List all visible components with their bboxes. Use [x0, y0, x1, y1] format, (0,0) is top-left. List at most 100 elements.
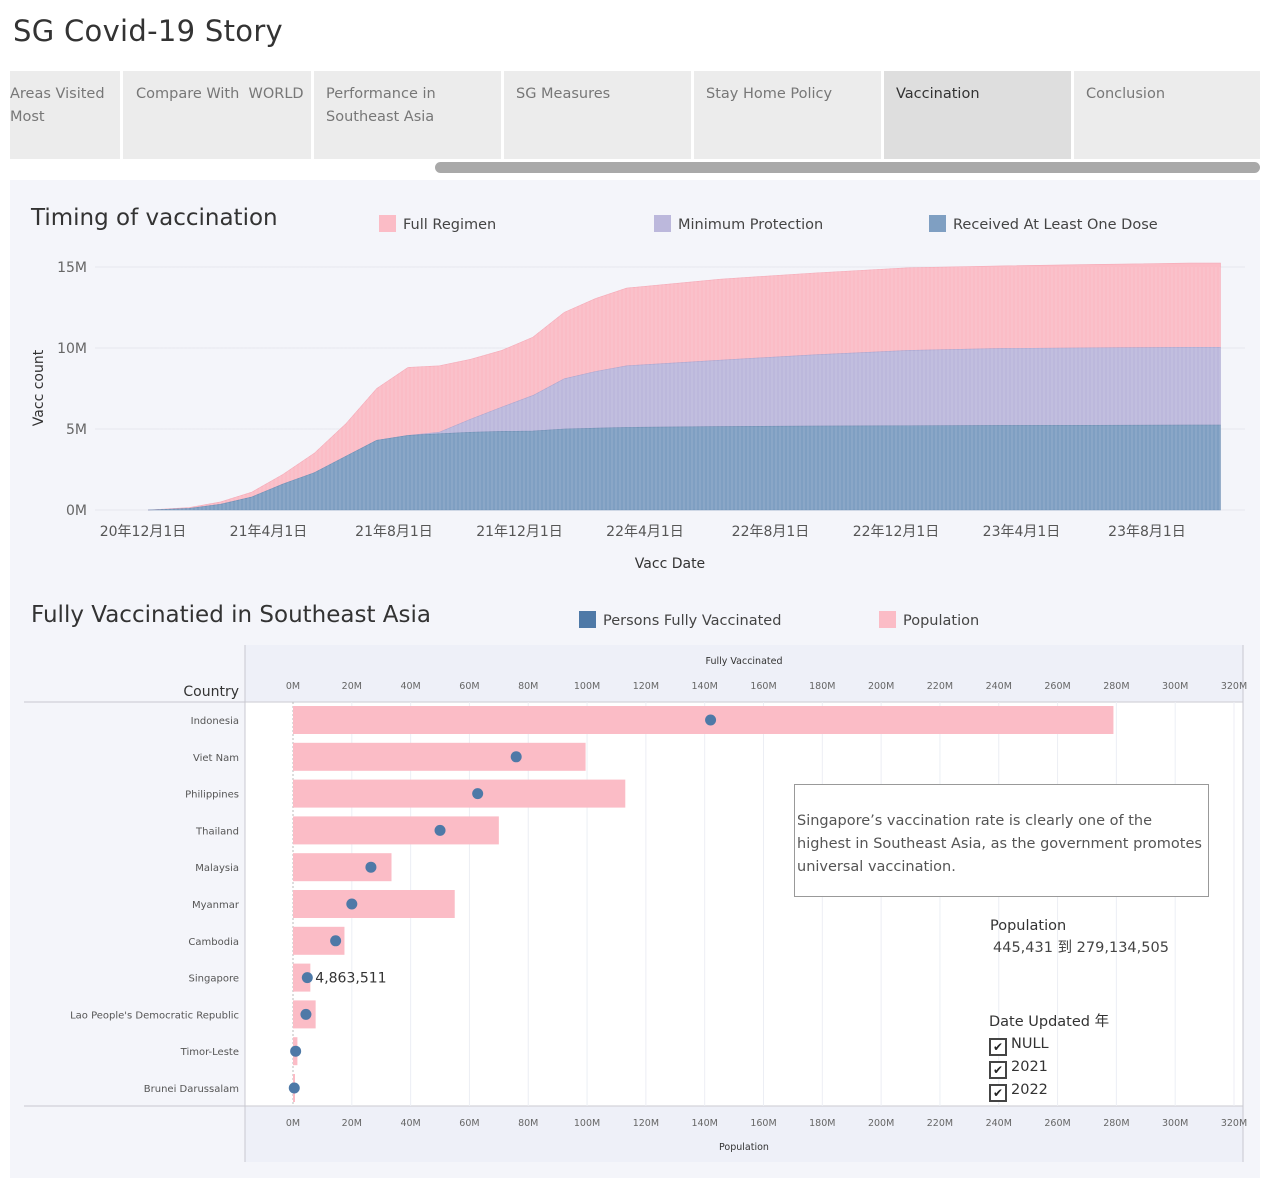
- y-tick-label: 5M: [66, 422, 87, 438]
- x-tick-label-top: 140M: [692, 681, 718, 692]
- option-label: 2022: [1011, 1082, 1048, 1098]
- x-tick-label-top: 160M: [750, 681, 776, 692]
- x-tick-label: 23年4月1日: [983, 524, 1061, 540]
- tabs-scrollbar[interactable]: [435, 162, 1260, 173]
- x-tick-label-bottom: 240M: [986, 1118, 1012, 1129]
- x-tick-label-top: 20M: [342, 681, 362, 692]
- checkbox-checked-icon[interactable]: ✔: [989, 1038, 1007, 1056]
- category-label: Lao People's Democratic Republic: [70, 1010, 239, 1021]
- tab-vaccination[interactable]: Vaccination: [884, 71, 1071, 159]
- date-filter-label: Date Updated 年: [989, 1014, 1110, 1030]
- vaccinated-dot: [365, 861, 377, 873]
- tab-stay-home[interactable]: Stay Home Policy: [694, 71, 881, 159]
- tab-label: Areas Visited Most: [10, 86, 105, 125]
- x-tick-label-bottom: 40M: [400, 1118, 420, 1129]
- x-tick-label: 22年12月1日: [853, 524, 940, 540]
- x-tick-label-top: 280M: [1103, 681, 1129, 692]
- population-bar: [293, 742, 586, 771]
- legend-label: Persons Fully Vaccinated: [603, 613, 782, 629]
- tab-performance-sea[interactable]: Performance in Southeast Asia: [314, 71, 501, 159]
- x-tick-label-bottom: 280M: [1103, 1118, 1129, 1129]
- y-axis-title: Vacc count: [31, 349, 47, 426]
- legend-swatch: [929, 215, 946, 232]
- story-title: SG Covid-19 Story: [13, 14, 284, 48]
- x-tick-label: 21年4月1日: [230, 524, 308, 540]
- x-tick-label-top: 320M: [1221, 681, 1247, 692]
- x-tick-label: 21年12月1日: [476, 524, 563, 540]
- x-tick-label-top: 220M: [927, 681, 953, 692]
- tab-areas-visited[interactable]: Areas Visited Most: [10, 71, 120, 159]
- data-label: 4,863,511: [315, 971, 386, 987]
- tab-compare-world[interactable]: Compare With WORLD: [123, 71, 311, 159]
- y-tick-label: 10M: [57, 341, 87, 357]
- tab-label: Performance in Southeast Asia: [326, 86, 436, 125]
- category-label: Brunei Darussalam: [144, 1084, 239, 1095]
- category-label: Philippines: [185, 790, 239, 801]
- x-tick-label-top: 60M: [459, 681, 479, 692]
- timing-area-chart[interactable]: 0M 5M 10M 15M Vacc count 20年12月1日 21年4月1日 21年8月…: [0, 240, 1269, 580]
- filter-option-null[interactable]: ✔ NULL: [989, 1033, 1109, 1056]
- top-axis-title: Fully Vaccinated: [706, 656, 783, 667]
- timing-chart-title: Timing of vaccination: [31, 205, 278, 231]
- legend-label: Received At Least One Dose: [953, 217, 1158, 233]
- tab-label: Conclusion: [1086, 86, 1166, 102]
- y-axis-title: Country: [183, 684, 239, 700]
- tab-sg-measures[interactable]: SG Measures: [504, 71, 691, 159]
- population-filter[interactable]: Population 445,431 到 279,134,505: [990, 918, 1169, 957]
- vaccinated-dot: [434, 824, 446, 836]
- legend-swatch: [579, 611, 596, 628]
- x-tick-label-bottom: 320M: [1221, 1118, 1247, 1129]
- x-tick-label: 22年4月1日: [606, 524, 684, 540]
- category-label: Indonesia: [191, 716, 239, 727]
- tab-label: Compare With WORLD: [136, 86, 304, 102]
- tab-label: Stay Home Policy: [706, 86, 833, 102]
- sea-chart-title: Fully Vaccinatied in Southeast Asia: [31, 602, 431, 628]
- vaccinated-dot: [510, 751, 522, 763]
- x-tick-label-top: 300M: [1162, 681, 1188, 692]
- legend-label: Population: [903, 613, 980, 629]
- legend-fully-vaccinated[interactable]: Persons Fully Vaccinated: [579, 611, 781, 629]
- x-axis-title: Vacc Date: [635, 556, 705, 572]
- vaccinated-dot: [290, 1045, 302, 1057]
- annotation-note: Singapore’s vaccination rate is clearly …: [794, 784, 1209, 897]
- x-tick-label-bottom: 140M: [692, 1118, 718, 1129]
- bottom-axis-title: Population: [719, 1142, 769, 1153]
- vaccinated-dot: [346, 898, 358, 910]
- x-tick-label-bottom: 220M: [927, 1118, 953, 1129]
- x-tick-label: 23年8月1日: [1108, 524, 1186, 540]
- legend-swatch: [379, 215, 396, 232]
- legend-full-regimen[interactable]: Full Regimen: [379, 215, 496, 233]
- legend-one-dose[interactable]: Received At Least One Dose: [929, 215, 1158, 233]
- x-tick-label: 22年8月1日: [732, 524, 810, 540]
- x-tick-label-top: 240M: [986, 681, 1012, 692]
- x-tick-label-top: 200M: [868, 681, 894, 692]
- x-tick-label-top: 120M: [633, 681, 659, 692]
- category-label: Cambodia: [188, 937, 239, 948]
- bottom-axis-band: [245, 1107, 1243, 1162]
- vaccinated-dot: [330, 935, 342, 947]
- category-label: Myanmar: [192, 900, 240, 911]
- tab-conclusion[interactable]: Conclusion: [1074, 71, 1260, 159]
- legend-swatch: [879, 611, 896, 628]
- legend-label: Full Regimen: [403, 217, 497, 233]
- x-tick-label-bottom: 120M: [633, 1118, 659, 1129]
- filter-option-2021[interactable]: ✔ 2021: [989, 1056, 1109, 1079]
- population-filter-range: 445,431 到 279,134,505: [993, 940, 1169, 956]
- legend-minimum-protection[interactable]: Minimum Protection: [654, 215, 823, 233]
- x-tick-label: 21年8月1日: [355, 524, 433, 540]
- filter-option-2022[interactable]: ✔ 2022: [989, 1079, 1109, 1102]
- x-tick-label-bottom: 260M: [1044, 1118, 1070, 1129]
- x-tick-label-bottom: 0M: [286, 1118, 300, 1129]
- vaccinated-dot: [300, 1008, 312, 1020]
- legend-population[interactable]: Population: [879, 611, 979, 629]
- checkbox-checked-icon[interactable]: ✔: [989, 1061, 1007, 1079]
- date-updated-filter: Date Updated 年 ✔ NULL ✔ 2021 ✔ 2022: [989, 1010, 1109, 1102]
- x-tick-label-bottom: 180M: [809, 1118, 835, 1129]
- category-label: Singapore: [189, 974, 239, 985]
- population-bar: [293, 706, 1114, 734]
- tab-label: SG Measures: [516, 86, 611, 102]
- x-tick-label-bottom: 80M: [518, 1118, 538, 1129]
- checkbox-checked-icon[interactable]: ✔: [989, 1084, 1007, 1102]
- tab-label: Vaccination: [896, 86, 980, 102]
- y-tick-label: 0M: [66, 503, 87, 519]
